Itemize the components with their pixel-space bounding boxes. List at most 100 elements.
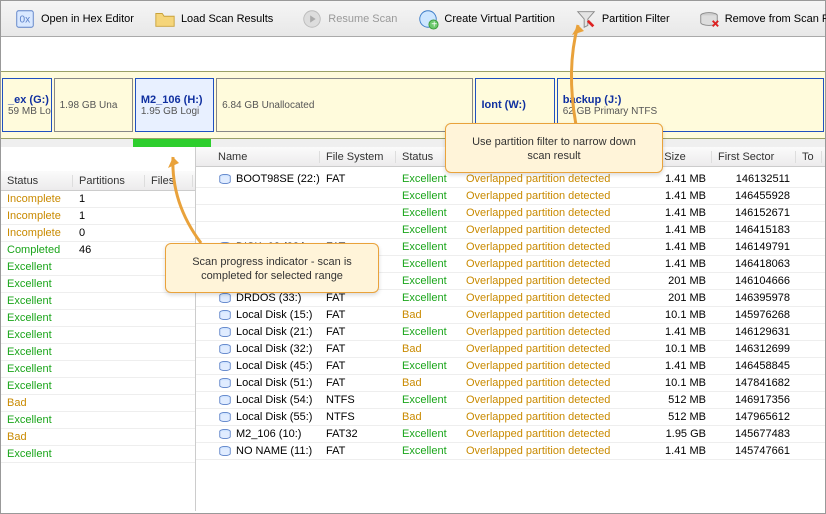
name-cell: Local Disk (55:) [212, 410, 320, 424]
restore-cell: Overlapped partition detected [460, 292, 632, 304]
restore-cell: Overlapped partition detected [460, 428, 632, 440]
disk-icon [218, 376, 232, 390]
table-row[interactable]: ExcellentOverlapped partition detected1.… [196, 188, 825, 205]
status-cell: Excellent [396, 190, 460, 202]
name-cell: Local Disk (15:) [212, 308, 320, 322]
status-cell: Excellent [396, 207, 460, 219]
status-cell: Excellent [1, 312, 73, 324]
status-cell: Incomplete [1, 227, 73, 239]
fs-cell: FAT [320, 173, 396, 185]
fs-cell: FAT [320, 343, 396, 355]
disk-icon [218, 410, 232, 424]
callout-progress: Scan progress indicator - scan is comple… [165, 243, 379, 293]
table-row[interactable]: Bad [1, 429, 195, 446]
table-row[interactable]: Excellent [1, 378, 195, 395]
restore-cell: Overlapped partition detected [460, 207, 632, 219]
col-status[interactable]: Status [1, 175, 73, 187]
table-row[interactable]: Excellent [1, 446, 195, 463]
remove-result-button[interactable]: Remove from Scan Result [689, 4, 826, 34]
name-cell: Local Disk (51:) [212, 376, 320, 390]
table-row[interactable]: Local Disk (15:)FATBadOverlapped partiti… [196, 307, 825, 324]
status-cell: Excellent [1, 380, 73, 392]
col-header[interactable]: First Sector [712, 151, 796, 163]
status-cell: Incomplete [1, 193, 73, 205]
callout-filter: Use partition filter to narrow down scan… [445, 123, 663, 173]
table-row[interactable]: Local Disk (32:)FATBadOverlapped partiti… [196, 341, 825, 358]
sector-cell: 146418063 [712, 258, 796, 270]
col-header[interactable]: File System [320, 151, 396, 163]
remove-result-label: Remove from Scan Result [725, 13, 826, 25]
name-cell: DRDOS (33:) [212, 291, 320, 305]
sector-cell: 146458845 [712, 360, 796, 372]
sector-cell: 145976268 [712, 309, 796, 321]
partitions-cell: 1 [73, 210, 145, 222]
create-vp-button[interactable]: + Create Virtual Partition [408, 4, 563, 34]
partition-block[interactable]: M2_106 (H:)1.95 GB Logi [135, 78, 214, 132]
name-cell: Local Disk (45:) [212, 359, 320, 373]
table-row[interactable]: Excellent [1, 412, 195, 429]
status-cell: Excellent [396, 224, 460, 236]
status-cell: Excellent [1, 261, 73, 273]
restore-cell: Overlapped partition detected [460, 411, 632, 423]
size-cell: 1.95 GB [632, 428, 712, 440]
table-row[interactable]: Excellent [1, 344, 195, 361]
name-cell: Local Disk (54:) [212, 393, 320, 407]
sector-cell: 147965612 [712, 411, 796, 423]
size-cell: 1.41 MB [632, 207, 712, 219]
folder-icon [154, 8, 176, 30]
partition-size: 1.98 GB Una [60, 100, 127, 111]
col-partitions[interactable]: Partitions [73, 175, 145, 187]
restore-cell: Overlapped partition detected [460, 309, 632, 321]
svg-text:+: + [432, 19, 438, 30]
table-row[interactable]: Excellent [1, 293, 195, 310]
table-row[interactable]: Excellent [1, 327, 195, 344]
size-cell: 1.41 MB [632, 190, 712, 202]
sector-cell: 146149791 [712, 241, 796, 253]
table-row[interactable]: M2_106 (10:)FAT32ExcellentOverlapped par… [196, 426, 825, 443]
table-row[interactable]: Excellent [1, 310, 195, 327]
table-row[interactable]: NO NAME (11:)FATExcellentOverlapped part… [196, 443, 825, 460]
open-hex-button[interactable]: 0x Open in Hex Editor [5, 4, 143, 34]
restore-cell: Overlapped partition detected [460, 258, 632, 270]
size-cell: 1.41 MB [632, 258, 712, 270]
table-row[interactable]: Local Disk (55:)NTFSBadOverlapped partit… [196, 409, 825, 426]
table-row[interactable]: Local Disk (54:)NTFSExcellentOverlapped … [196, 392, 825, 409]
disk-icon [218, 427, 232, 441]
col-header[interactable]: Name [212, 151, 320, 163]
table-row[interactable]: Excellent [1, 361, 195, 378]
partition-block[interactable]: 1.98 GB Una [54, 78, 133, 132]
resume-scan-button: Resume Scan [292, 4, 406, 34]
table-row[interactable]: ExcellentOverlapped partition detected1.… [196, 205, 825, 222]
size-cell: 1.41 MB [632, 224, 712, 236]
disk-icon [218, 342, 232, 356]
table-row[interactable]: Local Disk (45:)FATExcellentOverlapped p… [196, 358, 825, 375]
disk-icon [218, 325, 232, 339]
resume-scan-label: Resume Scan [328, 13, 397, 25]
disk-icon [218, 359, 232, 373]
partition-size: 59 MB Log [8, 106, 46, 117]
table-row[interactable]: Local Disk (21:)FATExcellentOverlapped p… [196, 324, 825, 341]
restore-cell: Overlapped partition detected [460, 275, 632, 287]
table-row[interactable]: Bad [1, 395, 195, 412]
status-cell: Excellent [1, 448, 73, 460]
table-row[interactable]: Local Disk (51:)FATBadOverlapped partiti… [196, 375, 825, 392]
table-row[interactable]: BOOT98SE (22:)FATExcellentOverlapped par… [196, 171, 825, 188]
restore-cell: Overlapped partition detected [460, 360, 632, 372]
size-cell: 201 MB [632, 275, 712, 287]
restore-cell: Overlapped partition detected [460, 241, 632, 253]
table-row[interactable]: ExcellentOverlapped partition detected1.… [196, 222, 825, 239]
col-header[interactable]: To [796, 151, 822, 163]
restore-cell: Overlapped partition detected [460, 190, 632, 202]
partition-name: Iont (W:) [481, 99, 548, 111]
status-cell: Excellent [396, 258, 460, 270]
load-results-button[interactable]: Load Scan Results [145, 4, 282, 34]
restore-cell: Overlapped partition detected [460, 445, 632, 457]
status-cell: Excellent [396, 292, 460, 304]
callout-progress-arrow [161, 153, 221, 245]
disk-icon [218, 291, 232, 305]
partition-block[interactable]: _ex (G:)59 MB Log [2, 78, 52, 132]
status-cell: Excellent [1, 414, 73, 426]
status-cell: Excellent [396, 428, 460, 440]
size-cell: 10.1 MB [632, 309, 712, 321]
partition-block[interactable]: 6.84 GB Unallocated [216, 78, 473, 132]
